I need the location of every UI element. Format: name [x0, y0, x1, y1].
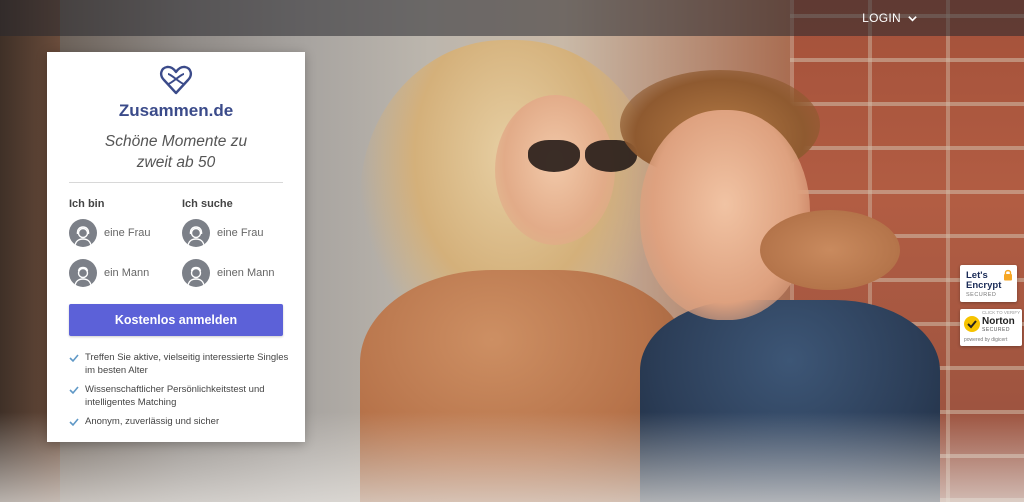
divider — [69, 182, 283, 183]
norton-name: Norton — [982, 316, 1015, 327]
female-avatar-icon[interactable] — [182, 219, 210, 247]
norton-powered-text: powered by digicert — [964, 337, 1008, 343]
signup-button[interactable]: Kostenlos anmelden — [69, 304, 283, 336]
chevron-down-icon[interactable] — [907, 13, 918, 24]
seeking-man-label[interactable]: einen Mann — [217, 267, 275, 279]
check-icon — [69, 354, 79, 363]
seeking-woman-label[interactable]: eine Frau — [217, 227, 263, 239]
benefit-text: Anonym, zuverlässig und sicher — [85, 416, 220, 427]
tagline: Schöne Momente zu zweit ab 50 — [47, 131, 305, 173]
signup-card: Zusammen.de Schöne Momente zu zweit ab 5… — [47, 52, 305, 442]
i-am-woman-label[interactable]: eine Frau — [104, 227, 150, 239]
norton-check-icon — [964, 316, 980, 332]
woman-arm — [760, 210, 900, 290]
benefit-item: Anonym, zuverlässig und sicher — [69, 416, 289, 429]
benefit-text: Wissenschaftlicher Persönlichkeitstest u… — [85, 384, 265, 408]
check-icon — [69, 386, 79, 395]
female-avatar-icon[interactable] — [69, 219, 97, 247]
norton-verify-text: CLICK TO VERIFY — [982, 310, 1021, 315]
seeking-woman-option[interactable]: eine Frau — [182, 219, 263, 247]
male-avatar-icon[interactable] — [69, 259, 97, 287]
male-avatar-icon[interactable] — [182, 259, 210, 287]
letsencrypt-line-3: SECURED — [966, 292, 997, 298]
heart-infinity-icon — [159, 65, 193, 95]
top-bar: LOGIN — [0, 0, 1024, 36]
i-am-heading: Ich bin — [69, 198, 105, 210]
i-am-man-option[interactable]: ein Mann — [69, 259, 149, 287]
seeking-heading: Ich suche — [182, 198, 233, 210]
norton-secured-text: SECURED — [982, 327, 1010, 333]
brand-name: Zusammen.de — [118, 101, 234, 120]
lock-icon — [1004, 269, 1012, 281]
check-icon — [69, 418, 79, 427]
login-label[interactable]: LOGIN — [862, 11, 901, 25]
tagline-line-1: Schöne Momente zu — [104, 133, 248, 150]
letsencrypt-badge[interactable]: Let's Encrypt SECURED — [960, 265, 1017, 302]
benefit-item: Wissenschaftlicher Persönlichkeitstest u… — [69, 384, 289, 409]
benefit-item: Treffen Sie aktive, vielseitig interessi… — [69, 352, 289, 377]
i-am-woman-option[interactable]: eine Frau — [69, 219, 150, 247]
seeking-man-option[interactable]: einen Mann — [182, 259, 275, 287]
sunglasses-left-lens — [528, 140, 580, 172]
benefit-list: Treffen Sie aktive, vielseitig interessi… — [69, 352, 289, 436]
letsencrypt-line-2: Encrypt — [966, 280, 1002, 291]
norton-secured-badge[interactable]: CLICK TO VERIFY Norton SECURED powered b… — [960, 309, 1022, 346]
benefit-text: Treffen Sie aktive, vielseitig interessi… — [85, 352, 289, 376]
i-am-man-label[interactable]: ein Mann — [104, 267, 149, 279]
tagline-line-2: zweit ab 50 — [136, 154, 216, 171]
login-menu[interactable]: LOGIN — [862, 11, 918, 25]
man-face — [640, 110, 810, 320]
